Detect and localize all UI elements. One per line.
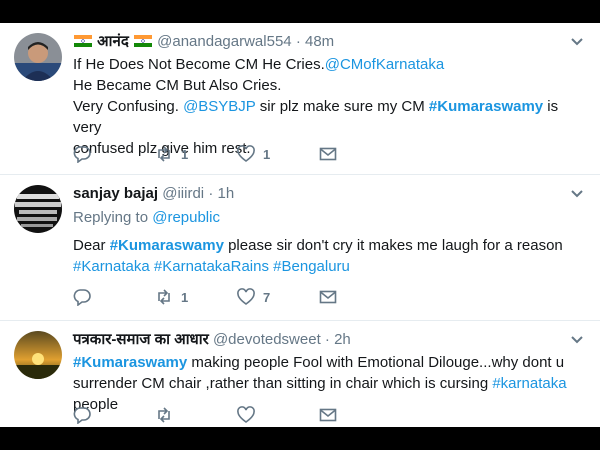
text-segment: He Became CM But Also Cries. [73, 77, 282, 94]
reply-icon [73, 407, 91, 424]
heart-icon [237, 145, 255, 162]
reply-icon [73, 146, 91, 163]
text-segment: please sir don't cry it makes me laugh f… [223, 237, 563, 254]
text-segment: making people Fool with Emotional Diloug… [187, 354, 565, 371]
retweet-icon [158, 146, 170, 162]
like-button[interactable]: 7 [237, 288, 319, 306]
direct-message-button[interactable] [319, 145, 349, 163]
replying-label: Replying to [73, 209, 153, 226]
retweet-button[interactable]: 1 [155, 288, 237, 306]
avatar[interactable] [14, 331, 62, 379]
mention-link[interactable]: @BSYBJP [183, 98, 255, 115]
like-button[interactable] [237, 406, 319, 424]
chevron-down-icon[interactable] [570, 37, 584, 47]
retweet-count: 1 [181, 289, 189, 305]
reply-button[interactable] [73, 288, 155, 306]
hashtag-link[interactable]: #Bengaluru [273, 258, 350, 275]
text-segment: Very Confusing. [73, 98, 184, 115]
text-segment: surrender CM chair ,rather than sitting … [73, 375, 493, 392]
like-button[interactable]: 1 [237, 145, 319, 163]
retweet-count: 1 [181, 146, 189, 162]
tweet-actions [73, 406, 349, 424]
reply-button[interactable] [73, 406, 155, 424]
display-name[interactable]: पत्रकार-समाज का आधार [73, 331, 209, 348]
tweet-header: sanjay bajaj @iiirdi · 1h [73, 184, 234, 204]
hashtag-link[interactable]: #Karnataka [73, 258, 150, 275]
timestamp[interactable]: 2h [334, 331, 351, 348]
hashtag-link[interactable]: #Kumaraswamy [110, 237, 224, 254]
india-flag-icon [129, 33, 157, 50]
hashtag-link[interactable]: #Kumaraswamy [73, 354, 187, 371]
tweet-actions: 1 1 [73, 145, 349, 163]
tweet[interactable]: पत्रकार-समाज का आधार @devotedsweet · 2h … [0, 321, 600, 427]
retweet-button[interactable] [155, 406, 237, 424]
india-flag-icon [73, 33, 97, 50]
envelope-icon [319, 408, 337, 422]
tweet-header: पत्रकार-समाज का आधार @devotedsweet · 2h [73, 330, 351, 350]
text-segment: sir plz make sure my CM [255, 98, 429, 115]
separator: · [324, 331, 330, 348]
hashtag-link[interactable]: #KarnatakaRains [154, 258, 269, 275]
avatar[interactable] [14, 33, 62, 81]
tweet-text: If He Does Not Become CM He Cries.@CMofK… [73, 54, 588, 159]
heart-icon [237, 406, 255, 423]
separator: · [295, 33, 301, 50]
retweet-icon [158, 289, 170, 305]
heart-icon [237, 288, 255, 305]
replying-to: Replying to @republic [73, 208, 220, 228]
reply-button[interactable] [73, 145, 155, 163]
user-handle[interactable]: @devotedsweet [213, 331, 321, 348]
chevron-down-icon[interactable] [570, 335, 584, 345]
retweet-button[interactable]: 1 [155, 145, 237, 163]
tweet[interactable]: आनंद @anandagarwal554 · 48m If He Does N… [0, 23, 600, 175]
tweet-list: आनंद @anandagarwal554 · 48m If He Does N… [0, 23, 600, 427]
retweet-icon [158, 407, 170, 423]
direct-message-button[interactable] [319, 406, 349, 424]
mention-link[interactable]: @republic [152, 209, 220, 226]
display-name[interactable]: sanjay bajaj [73, 185, 158, 202]
tweet-header: आनंद @anandagarwal554 · 48m [73, 32, 334, 52]
hashtag-link[interactable]: #karnataka [492, 375, 566, 392]
tweet-actions: 1 7 [73, 288, 349, 306]
separator: · [208, 185, 214, 202]
like-count: 7 [263, 289, 271, 305]
chevron-down-icon[interactable] [570, 189, 584, 199]
reply-icon [73, 289, 91, 306]
like-count: 1 [263, 146, 271, 162]
display-name[interactable]: आनंद [97, 33, 129, 50]
envelope-icon [319, 147, 337, 161]
tweet[interactable]: sanjay bajaj @iiirdi · 1h Replying to @r… [0, 175, 600, 321]
text-segment: Dear [73, 237, 110, 254]
envelope-icon [319, 290, 337, 304]
tweet-text: Dear #Kumaraswamy please sir don't cry i… [73, 235, 588, 277]
user-handle[interactable]: @iiirdi [162, 185, 204, 202]
user-handle[interactable]: @anandagarwal554 [157, 33, 292, 50]
timestamp[interactable]: 48m [305, 33, 334, 50]
direct-message-button[interactable] [319, 288, 349, 306]
mention-link[interactable]: @CMofKarnataka [325, 56, 444, 73]
hashtag-link[interactable]: #Kumaraswamy [429, 98, 543, 115]
timestamp[interactable]: 1h [217, 185, 234, 202]
text-segment: If He Does Not Become CM He Cries. [73, 56, 325, 73]
avatar[interactable] [14, 185, 62, 233]
